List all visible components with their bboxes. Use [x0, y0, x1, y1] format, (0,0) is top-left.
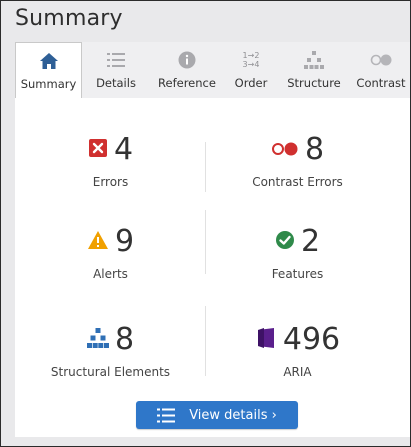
structural-count: 8: [114, 322, 135, 357]
order-icon-line-1: 1→2: [242, 51, 260, 60]
stat-errors[interactable]: 4 Errors: [23, 133, 198, 189]
tab-label: Structure: [287, 76, 341, 90]
summary-panel: Summary Summary Details Reference 1→2 3→…: [0, 0, 411, 447]
stat-features[interactable]: 2 Features: [210, 224, 385, 282]
tab-contrast[interactable]: Contrast: [350, 42, 410, 98]
list-icon: [82, 50, 150, 70]
list-icon: [157, 408, 176, 423]
divider: [205, 210, 206, 274]
tab-summary[interactable]: Summary: [15, 42, 82, 99]
order-icon-line-2: 3→4: [242, 60, 260, 69]
stat-alerts[interactable]: 9 Alerts: [23, 225, 198, 281]
contrast-error-icon: [271, 141, 299, 160]
stat-aria[interactable]: 496 ARIA: [210, 323, 385, 379]
tab-label: Order: [234, 76, 268, 90]
summary-content: 4 Errors 8 Contrast Errors 9 Alerts 2 Fe…: [15, 98, 410, 437]
contrast-errors-count: 8: [304, 132, 325, 167]
tab-bar: Summary Details Reference 1→2 3→4 Order …: [15, 42, 410, 99]
contrast-icon: [350, 50, 410, 70]
structural-label: Structural Elements: [50, 365, 171, 379]
alert-icon: [87, 230, 109, 254]
errors-label: Errors: [92, 175, 129, 189]
stat-structural-elements[interactable]: 8 Structural Elements: [23, 322, 198, 380]
order-icon: 1→2 3→4: [224, 50, 278, 70]
view-details-label: View details ›: [189, 407, 277, 423]
aria-icon: [255, 327, 277, 353]
divider: [205, 306, 206, 376]
tab-label: Reference: [158, 76, 216, 90]
tab-label: Summary: [20, 77, 77, 91]
errors-count: 4: [113, 132, 134, 167]
tab-reference[interactable]: Reference: [150, 42, 224, 98]
contrast-errors-label: Contrast Errors: [252, 175, 343, 189]
tab-label: Details: [96, 76, 136, 90]
error-icon: [88, 138, 108, 162]
view-details-button[interactable]: View details ›: [136, 401, 298, 429]
aria-count: 496: [282, 322, 341, 357]
features-label: Features: [271, 267, 324, 281]
divider: [205, 142, 206, 192]
aria-label: ARIA: [283, 365, 312, 379]
info-icon: [150, 50, 224, 70]
tab-order[interactable]: 1→2 3→4 Order: [224, 42, 278, 98]
home-icon: [16, 51, 81, 71]
tab-structure[interactable]: Structure: [278, 42, 350, 98]
alerts-count: 9: [114, 224, 135, 259]
features-count: 2: [300, 224, 321, 259]
structure-icon: [86, 328, 109, 352]
alerts-label: Alerts: [93, 267, 128, 281]
tab-details[interactable]: Details: [82, 42, 150, 98]
structure-icon: [278, 50, 350, 70]
panel-title: Summary: [15, 6, 123, 31]
feature-icon: [275, 230, 295, 254]
tab-label: Contrast: [356, 76, 406, 90]
stat-contrast-errors[interactable]: 8 Contrast Errors: [210, 132, 385, 190]
